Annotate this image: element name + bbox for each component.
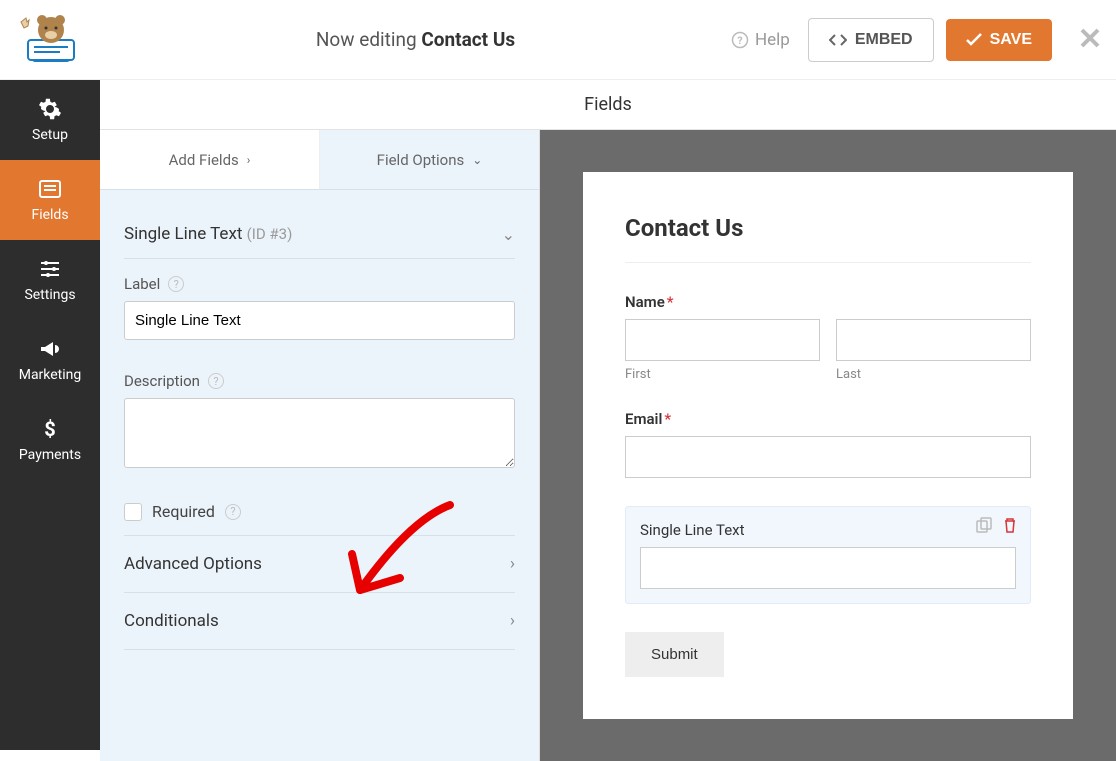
label-group: Label ? — [124, 259, 515, 356]
svg-text:?: ? — [737, 33, 742, 46]
nav-fields[interactable]: Fields — [0, 160, 100, 240]
code-icon — [829, 33, 847, 47]
save-button[interactable]: SAVE — [946, 19, 1052, 61]
chevron-right-icon: › — [510, 554, 515, 574]
nav-payments[interactable]: $ Payments — [0, 400, 100, 480]
required-checkbox[interactable] — [124, 503, 142, 521]
help-label: Help — [755, 30, 790, 50]
name-field[interactable]: Name* First Last — [625, 293, 1031, 382]
nav-label: Marketing — [19, 367, 82, 383]
conditionals-row[interactable]: Conditionals › — [124, 593, 515, 650]
close-icon — [1079, 27, 1101, 49]
topbar: Now editing Contact Us ? Help EMBED SAVE — [0, 0, 1116, 80]
preview-title: Contact Us — [625, 214, 1031, 263]
dollar-icon: $ — [38, 417, 62, 441]
tab-label: Field Options — [377, 151, 465, 169]
center-header: Fields — [100, 80, 1116, 130]
gear-icon — [38, 97, 62, 121]
tab-field-options[interactable]: Field Options ⌄ — [320, 130, 539, 190]
left-panel: Add Fields › Field Options ⌄ Single Line… — [100, 130, 540, 761]
chevron-right-icon: › — [247, 153, 251, 167]
last-name-input[interactable] — [836, 319, 1031, 361]
chevron-down-icon: ⌄ — [472, 153, 482, 167]
name-label: Name — [625, 293, 665, 311]
embed-button[interactable]: EMBED — [808, 18, 934, 62]
panel-tabs: Add Fields › Field Options ⌄ — [100, 130, 539, 190]
help-icon[interactable]: ? — [208, 373, 224, 389]
help-icon[interactable]: ? — [168, 276, 184, 292]
svg-text:$: $ — [44, 417, 55, 441]
help-icon[interactable]: ? — [225, 504, 241, 520]
tab-label: Add Fields — [169, 151, 239, 169]
submit-button[interactable]: Submit — [625, 632, 724, 677]
form-name: Contact Us — [421, 28, 515, 51]
chevron-right-icon: › — [510, 611, 515, 631]
section-name: Single Line Text — [124, 224, 242, 244]
required-label: Required — [152, 502, 215, 521]
sliders-icon — [38, 257, 62, 281]
tab-add-fields[interactable]: Add Fields › — [100, 130, 320, 190]
section-header[interactable]: Single Line Text (ID #3) ⌄ — [124, 210, 515, 259]
preview-wrap: Contact Us Name* First — [540, 130, 1116, 761]
side-nav: Setup Fields Settings Marketing $ Paymen… — [0, 80, 100, 750]
selected-field[interactable]: Single Line Text — [625, 506, 1031, 604]
email-label: Email — [625, 410, 662, 428]
preview-panel: Contact Us Name* First — [540, 130, 1116, 761]
first-sublabel: First — [625, 367, 820, 382]
question-icon: ? — [731, 31, 749, 49]
bullhorn-icon — [38, 337, 62, 361]
embed-label: EMBED — [855, 31, 913, 49]
nav-marketing[interactable]: Marketing — [0, 320, 100, 400]
nav-label: Fields — [31, 207, 68, 223]
app-logo[interactable] — [0, 14, 100, 66]
nav-label: Payments — [19, 447, 81, 463]
description-group: Description ? — [124, 356, 515, 488]
description-text: Description — [124, 372, 200, 390]
close-button[interactable] — [1070, 22, 1110, 57]
check-icon — [966, 33, 982, 47]
chevron-down-icon: ⌄ — [502, 225, 515, 244]
first-name-input[interactable] — [625, 319, 820, 361]
editing-title: Now editing Contact Us — [100, 28, 731, 51]
single-line-label: Single Line Text — [640, 521, 1016, 539]
required-asterisk: * — [667, 293, 674, 311]
help-link[interactable]: ? Help — [731, 30, 790, 50]
nav-label: Setup — [32, 127, 68, 143]
required-row: Required ? — [124, 488, 515, 536]
nav-label: Settings — [24, 287, 75, 303]
last-sublabel: Last — [836, 367, 1031, 382]
label-input[interactable] — [124, 301, 515, 340]
save-label: SAVE — [990, 31, 1032, 49]
description-input[interactable] — [124, 398, 515, 468]
label-text: Label — [124, 275, 160, 293]
email-field[interactable]: Email* — [625, 410, 1031, 478]
advanced-label: Advanced Options — [124, 554, 262, 574]
list-icon — [38, 177, 62, 201]
editing-prefix: Now editing — [316, 28, 417, 51]
section-id: (ID #3) — [247, 225, 293, 243]
conditionals-label: Conditionals — [124, 611, 219, 631]
trash-icon[interactable] — [1002, 517, 1018, 533]
duplicate-icon[interactable] — [976, 517, 992, 533]
email-input[interactable] — [625, 436, 1031, 478]
advanced-options-row[interactable]: Advanced Options › — [124, 536, 515, 593]
nav-setup[interactable]: Setup — [0, 80, 100, 160]
panel-body: Single Line Text (ID #3) ⌄ Label ? — [100, 190, 539, 670]
single-line-input[interactable] — [640, 547, 1016, 589]
nav-settings[interactable]: Settings — [0, 240, 100, 320]
required-asterisk: * — [664, 410, 671, 428]
form-preview: Contact Us Name* First — [583, 172, 1073, 719]
